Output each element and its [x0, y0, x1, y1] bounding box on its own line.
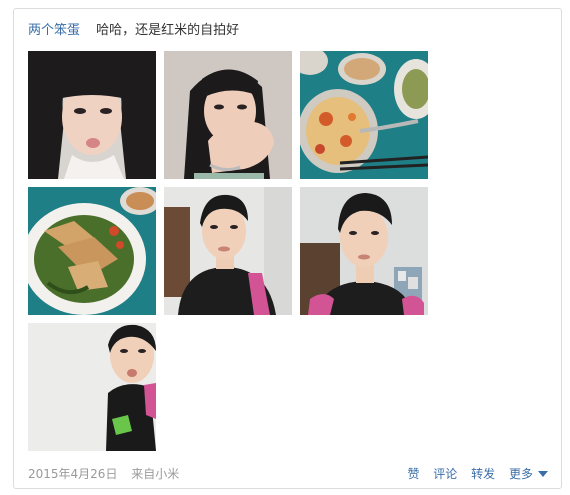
photo-boy-selfie-3 [28, 323, 156, 451]
photo-boy-selfie-2 [300, 187, 428, 315]
photo-boy-selfie-1 [164, 187, 292, 315]
like-button[interactable]: 赞 [407, 467, 419, 481]
comment-button[interactable]: 评论 [433, 467, 457, 481]
repost-button[interactable]: 转发 [471, 467, 495, 481]
photo-food-noodles [300, 51, 428, 179]
photo-thumbnail[interactable] [164, 51, 292, 179]
photo-thumbnail[interactable] [300, 51, 428, 179]
photo-thumbnail[interactable] [28, 187, 156, 315]
post-actions: 赞 评论 转发 更多 [397, 465, 548, 482]
photo-grid [28, 51, 428, 451]
more-button[interactable]: 更多 [509, 467, 548, 481]
photo-girl-selfie-1 [28, 51, 156, 179]
post-card: 两个笨蛋 哈哈，还是红米的自拍好 2015年4月26日 来自小米 赞 评论 转发… [13, 8, 562, 489]
post-header: 两个笨蛋 哈哈，还是红米的自拍好 [28, 22, 239, 40]
photo-thumbnail[interactable] [164, 187, 292, 315]
post-source: 来自小米 [131, 467, 180, 481]
post-footer: 2015年4月26日 来自小米 赞 评论 转发 更多 [28, 465, 548, 482]
photo-food-plate [28, 187, 156, 315]
photo-girl-selfie-2 [164, 51, 292, 179]
photo-thumbnail[interactable] [28, 51, 156, 179]
post-date[interactable]: 2015年4月26日 [28, 467, 117, 481]
photo-thumbnail[interactable] [300, 187, 428, 315]
photo-thumbnail[interactable] [28, 323, 156, 451]
author-link[interactable]: 两个笨蛋 [28, 23, 80, 38]
more-label: 更多 [508, 467, 533, 481]
caret-down-icon [538, 471, 548, 477]
post-text: 哈哈，还是红米的自拍好 [96, 23, 240, 38]
